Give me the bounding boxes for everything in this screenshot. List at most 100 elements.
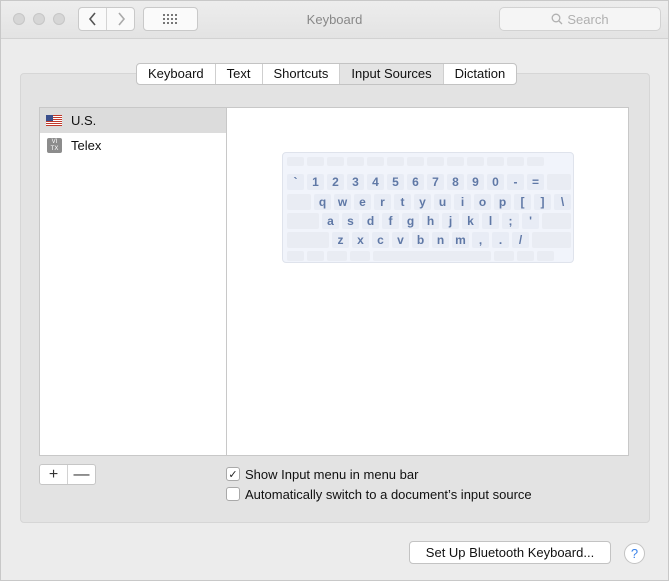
keyboard-key: p xyxy=(494,194,511,210)
tab-bar: Keyboard Text Shortcuts Input Sources Di… xyxy=(136,63,518,85)
keyboard-key: d xyxy=(362,213,379,229)
keyboard-key: k xyxy=(462,213,479,229)
auto-switch-checkbox[interactable] xyxy=(226,487,240,501)
keyboard-key: 3 xyxy=(347,174,364,190)
blank-key xyxy=(494,251,514,261)
keyboard-key: 1 xyxy=(307,174,324,190)
show-input-menu-checkbox[interactable]: ✓ xyxy=(226,467,240,481)
keyboard-key: n xyxy=(432,232,449,248)
blank-key xyxy=(287,157,304,166)
blank-key xyxy=(487,157,504,166)
blank-key xyxy=(347,157,364,166)
blank-key xyxy=(350,251,370,261)
keyboard-key: , xyxy=(472,232,489,248)
keyboard-key: f xyxy=(382,213,399,229)
blank-key xyxy=(307,157,324,166)
keyboard-key: z xyxy=(332,232,349,248)
input-sources-list: U.S. VI TX Telex xyxy=(39,107,227,456)
bottom-key-row: z x c v b n m,. / xyxy=(283,232,573,248)
tab-input-sources[interactable]: Input Sources xyxy=(339,64,443,84)
add-input-source-button[interactable]: + xyxy=(40,465,67,484)
keyboard-key: 2 xyxy=(327,174,344,190)
blank-key xyxy=(517,251,534,261)
remove-input-source-button[interactable]: — xyxy=(67,465,95,484)
keyboard-key: j xyxy=(442,213,459,229)
keyboard-key: \ xyxy=(554,194,571,210)
blank-key xyxy=(287,194,311,210)
keyboard-key: s xyxy=(342,213,359,229)
home-key-row: a s d f g h j k l; ' xyxy=(283,213,573,229)
keyboard-key: w xyxy=(334,194,351,210)
blank-key xyxy=(373,251,491,261)
keyboard-key: b xyxy=(412,232,429,248)
keyboard-key: ` xyxy=(287,174,304,190)
keyboard-key: - xyxy=(507,174,524,190)
number-key-row: ` 1 2 3 4 5 6 7 8 9 0- = xyxy=(283,174,573,190)
keyboard-key: = xyxy=(527,174,544,190)
keyboard-key: . xyxy=(492,232,509,248)
keyboard-key: a xyxy=(322,213,339,229)
keyboard-key: ] xyxy=(534,194,551,210)
blank-key xyxy=(467,157,484,166)
icon-text-bottom: TX xyxy=(50,146,59,152)
keyboard-key: t xyxy=(394,194,411,210)
blank-key xyxy=(287,213,319,229)
keyboard-key: y xyxy=(414,194,431,210)
blank-key xyxy=(542,213,571,229)
list-item-us[interactable]: U.S. xyxy=(40,108,226,133)
keyboard-key: 8 xyxy=(447,174,464,190)
list-add-remove-control: + — xyxy=(39,464,96,485)
tab-dictation[interactable]: Dictation xyxy=(442,64,517,84)
keyboard-key: 7 xyxy=(427,174,444,190)
keyboard-preferences-window: Keyboard Search Keyboard Text Shortcuts … xyxy=(0,0,669,581)
vietnamese-telex-icon: VI TX xyxy=(47,138,62,153)
keyboard-key: l xyxy=(482,213,499,229)
blank-key xyxy=(367,157,384,166)
keyboard-key: i xyxy=(454,194,471,210)
keyboard-key: x xyxy=(352,232,369,248)
blank-key xyxy=(527,157,544,166)
function-key-row xyxy=(283,157,573,173)
title-bar: Keyboard Search xyxy=(1,1,668,39)
list-item-label: U.S. xyxy=(71,113,97,128)
us-flag-icon xyxy=(46,115,62,126)
search-placeholder: Search xyxy=(567,11,609,27)
keyboard-key: 9 xyxy=(467,174,484,190)
keyboard-key: e xyxy=(354,194,371,210)
tab-text[interactable]: Text xyxy=(214,64,262,84)
blank-key xyxy=(307,251,324,261)
keyboard-key: m xyxy=(452,232,469,248)
tab-shortcuts[interactable]: Shortcuts xyxy=(261,64,340,84)
keyboard-key: 5 xyxy=(387,174,404,190)
blank-key xyxy=(507,157,524,166)
keyboard-key: u xyxy=(434,194,451,210)
keyboard-key: 6 xyxy=(407,174,424,190)
blank-key xyxy=(327,157,344,166)
list-item-label: Telex xyxy=(71,138,102,153)
keyboard-key: g xyxy=(402,213,419,229)
auto-switch-option[interactable]: Automatically switch to a document’s inp… xyxy=(226,486,532,502)
keyboard-key: v xyxy=(392,232,409,248)
tab-keyboard[interactable]: Keyboard xyxy=(137,64,215,84)
blank-key xyxy=(387,157,404,166)
blank-key xyxy=(447,157,464,166)
blank-key xyxy=(407,157,424,166)
list-item-telex[interactable]: VI TX Telex xyxy=(40,133,226,158)
show-input-menu-label: Show Input menu in menu bar xyxy=(245,466,419,482)
keyboard-key: q xyxy=(314,194,331,210)
show-input-menu-option[interactable]: ✓ Show Input menu in menu bar xyxy=(226,466,418,482)
keyboard-key: 0 xyxy=(487,174,504,190)
keyboard-key: ' xyxy=(522,213,539,229)
search-field[interactable]: Search xyxy=(499,7,661,31)
keyboard-key: [ xyxy=(514,194,531,210)
blank-key xyxy=(537,251,554,261)
keyboard-key: o xyxy=(474,194,491,210)
help-button[interactable]: ? xyxy=(624,543,645,564)
keyboard-key: c xyxy=(372,232,389,248)
icon-text-top: VI xyxy=(51,139,58,145)
setup-bluetooth-keyboard-button[interactable]: Set Up Bluetooth Keyboard... xyxy=(409,541,611,564)
blank-key xyxy=(427,157,444,166)
search-icon xyxy=(551,13,563,25)
blank-key xyxy=(547,174,571,190)
blank-key xyxy=(287,251,304,261)
